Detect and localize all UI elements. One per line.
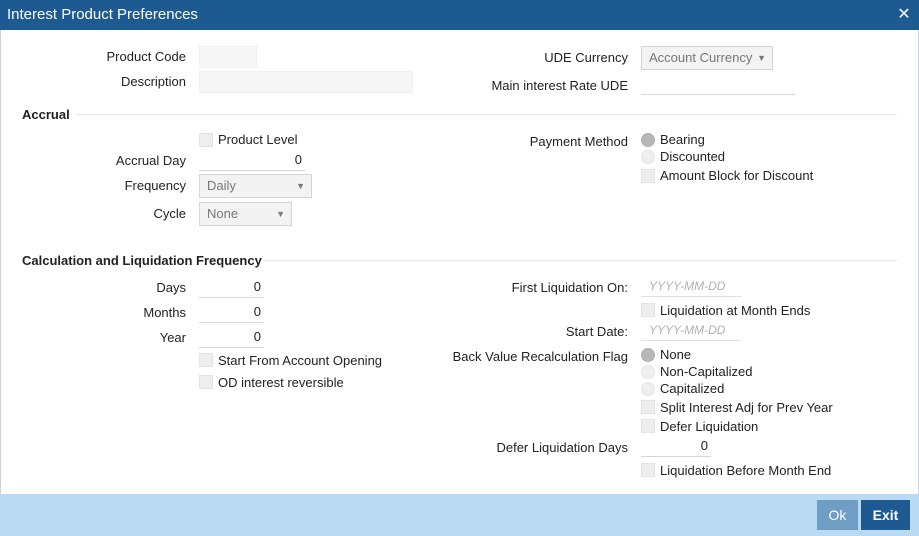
amount-block-checkbox[interactable] (641, 169, 655, 183)
defer-days-field[interactable]: 0 (641, 435, 711, 457)
dropdown-arrow-icon: ▼ (757, 53, 766, 63)
back-value-cap-label: Capitalized (660, 381, 725, 396)
frequency-value: Daily (207, 178, 236, 193)
defer-liquidation-label: Defer Liquidation (660, 419, 759, 434)
od-reversible-checkbox[interactable] (199, 375, 213, 389)
back-value-none-label: None (660, 347, 692, 362)
frequency-select[interactable]: Daily ▼ (199, 174, 312, 198)
liq-month-end-label: Liquidation at Month Ends (660, 303, 811, 318)
accrual-separator (77, 114, 897, 115)
cycle-select[interactable]: None ▼ (199, 202, 292, 226)
payment-discounted-radio[interactable] (641, 150, 655, 164)
start-date-label: Start Date: (565, 324, 628, 339)
ok-button[interactable]: Ok (817, 500, 858, 530)
start-date-field[interactable]: YYYY-MM-DD (641, 319, 741, 341)
payment-discounted-label: Discounted (660, 149, 726, 164)
accrual-section-title: Accrual (22, 107, 70, 122)
days-label: Days (156, 280, 186, 295)
months-label: Months (143, 305, 186, 320)
product-level-checkbox[interactable] (199, 133, 213, 147)
frequency-label: Frequency (124, 178, 186, 193)
back-value-noncap-radio[interactable] (641, 365, 655, 379)
title-bar: Interest Product Preferences ✕ (0, 0, 919, 30)
product-code-field[interactable] (199, 46, 257, 68)
payment-bearing-label: Bearing (660, 132, 705, 147)
start-from-opening-checkbox[interactable] (199, 353, 213, 367)
back-value-label: Back Value Recalculation Flag (452, 349, 628, 364)
payment-method-label: Payment Method (529, 134, 628, 149)
payment-bearing-radio[interactable] (641, 133, 655, 147)
cycle-label: Cycle (153, 206, 186, 221)
days-field[interactable]: 0 (199, 276, 264, 298)
ude-currency-value: Account Currency (649, 50, 753, 65)
dropdown-arrow-icon: ▼ (296, 181, 305, 191)
months-field[interactable]: 0 (199, 301, 264, 323)
defer-days-label: Defer Liquidation Days (496, 440, 628, 455)
back-value-cap-radio[interactable] (641, 382, 655, 396)
liq-before-month-end-label: Liquidation Before Month End (660, 463, 832, 478)
exit-button[interactable]: Exit (861, 500, 910, 530)
liq-before-month-end-checkbox[interactable] (641, 463, 655, 477)
year-label: Year (159, 330, 186, 345)
description-label: Description (120, 74, 186, 89)
ude-currency-label: UDE Currency (544, 50, 628, 65)
od-reversible-label: OD interest reversible (218, 375, 344, 390)
close-icon[interactable]: ✕ (894, 5, 914, 25)
product-level-label: Product Level (218, 132, 298, 147)
first-liquidation-label: First Liquidation On: (511, 280, 628, 295)
main-rate-field[interactable] (641, 73, 795, 95)
amount-block-label: Amount Block for Discount (660, 168, 814, 183)
back-value-none-radio[interactable] (641, 348, 655, 362)
first-liquidation-field[interactable]: YYYY-MM-DD (641, 275, 741, 297)
back-value-noncap-label: Non-Capitalized (660, 364, 753, 379)
product-code-label: Product Code (106, 49, 187, 64)
split-interest-checkbox[interactable] (641, 400, 655, 414)
accrual-day-field[interactable]: 0 (199, 149, 305, 171)
start-from-opening-label: Start From Account Opening (218, 353, 383, 368)
accrual-day-label: Accrual Day (115, 153, 186, 168)
form-content: Product Code Description UDE Currency Ac… (0, 30, 919, 494)
dropdown-arrow-icon: ▼ (276, 209, 285, 219)
calc-separator (263, 260, 897, 261)
main-rate-label: Main interest Rate UDE (491, 78, 628, 93)
footer-bar: Ok Exit (0, 494, 919, 536)
liq-month-end-checkbox[interactable] (641, 303, 655, 317)
window-title: Interest Product Preferences (7, 6, 198, 23)
defer-liquidation-checkbox[interactable] (641, 419, 655, 433)
ude-currency-select[interactable]: Account Currency ▼ (641, 46, 773, 70)
split-interest-label: Split Interest Adj for Prev Year (660, 400, 833, 415)
calc-section-title: Calculation and Liquidation Frequency (22, 253, 262, 268)
cycle-value: None (207, 206, 239, 221)
description-field[interactable] (199, 71, 413, 93)
year-field[interactable]: 0 (199, 326, 264, 348)
